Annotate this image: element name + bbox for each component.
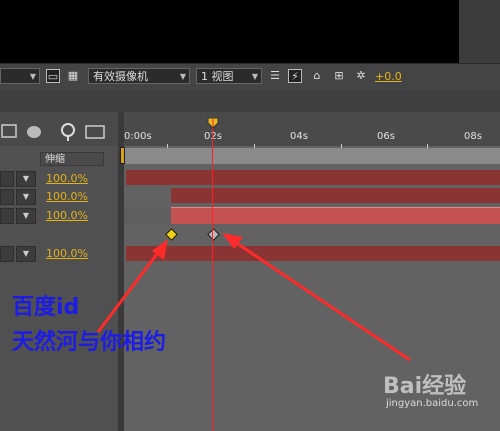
watermark-text-line2: 天然河与你相约 [12, 330, 167, 355]
annotation-arrows [96, 233, 411, 362]
baidu-jingyan-url: jingyan.baidu.com [386, 398, 479, 409]
watermark-text-line1: 百度id [12, 295, 80, 320]
baidu-jingyan-logo: Bai经验 [383, 374, 467, 399]
